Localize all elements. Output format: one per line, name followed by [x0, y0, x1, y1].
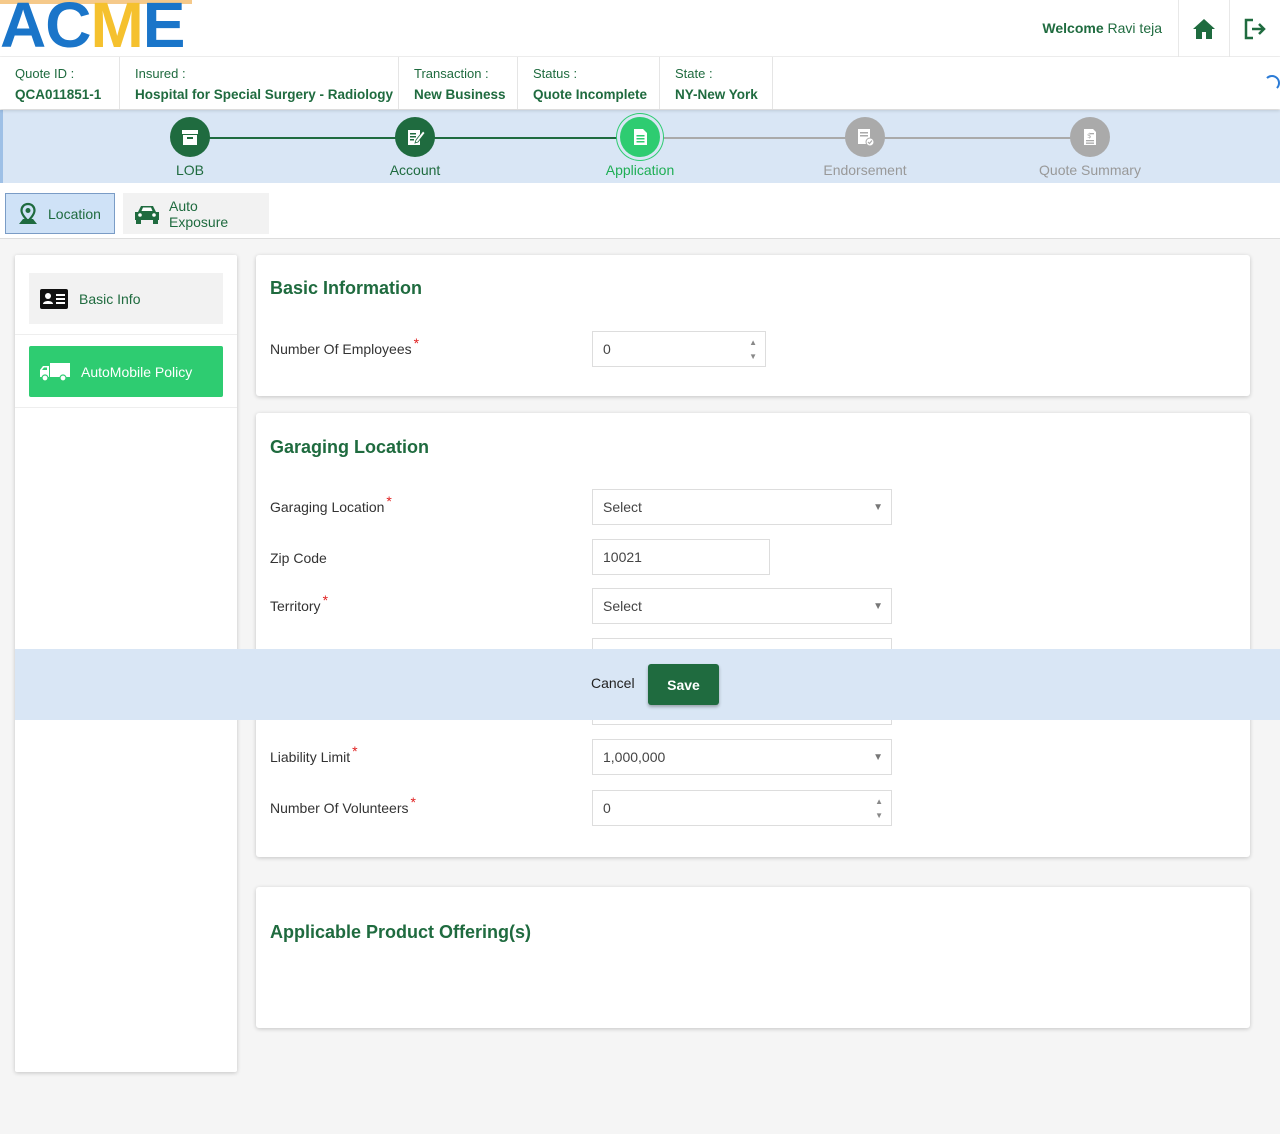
step-lob-label: LOB: [175, 162, 204, 178]
tab-auto-exposure[interactable]: Auto Exposure: [123, 193, 269, 234]
invoice-icon: $: [1070, 117, 1110, 157]
tab-location[interactable]: Location: [5, 193, 115, 234]
loading-spinner-icon: [1264, 75, 1280, 91]
dropdown-caret-icon: ▼: [873, 601, 883, 612]
status-value: Quote Incomplete: [533, 87, 648, 102]
required-marker: *: [386, 493, 392, 509]
cancel-button[interactable]: Cancel: [591, 675, 635, 691]
transaction-cell: Transaction : New Business: [399, 57, 518, 109]
home-icon: [1193, 18, 1215, 39]
step-endorsement[interactable]: Endorsement: [805, 117, 925, 178]
truck-icon: [39, 361, 71, 383]
garaging-location-title: Garaging Location: [270, 437, 430, 457]
insured-value: Hospital for Special Surgery - Radiology: [135, 87, 394, 102]
transaction-value: New Business: [414, 87, 506, 102]
transaction-label: Transaction :: [414, 66, 489, 81]
garaging-location-label: Garaging Location *: [270, 493, 392, 515]
dropdown-caret-icon: ▼: [873, 502, 883, 513]
home-button[interactable]: [1178, 0, 1229, 57]
id-card-icon: [39, 288, 69, 310]
step-lob[interactable]: LOB: [130, 117, 250, 178]
territory-label: Territory *: [270, 592, 329, 614]
state-label: State :: [675, 66, 713, 81]
nav-basic-info-label: Basic Info: [79, 290, 141, 307]
quote-id-value: QCA011851-1: [15, 87, 102, 102]
archive-icon: [170, 117, 210, 157]
num-employees-label: Number Of Employees *: [270, 335, 420, 357]
welcome-message: Welcome Ravi teja: [1042, 20, 1162, 36]
nav-automobile-policy[interactable]: AutoMobile Policy: [29, 346, 223, 397]
number-stepper[interactable]: ▲ ▼: [749, 336, 757, 364]
top-bar: ACME Welcome Ravi teja: [0, 0, 1280, 57]
territory-select[interactable]: Select ▼: [592, 588, 892, 624]
save-button[interactable]: Save: [648, 664, 719, 705]
required-marker: *: [352, 743, 358, 759]
num-employees-input[interactable]: 0 ▲ ▼: [592, 331, 766, 367]
acme-logo[interactable]: ACME: [0, 0, 185, 57]
tab-auto-exposure-label: Auto Exposure: [169, 197, 229, 230]
logout-button[interactable]: [1229, 0, 1280, 57]
document-icon: [620, 117, 660, 157]
insured-cell: Insured : Hospital for Special Surgery -…: [120, 57, 399, 109]
liability-limit-select[interactable]: 1,000,000 ▼: [592, 739, 892, 775]
garaging-location-card: Garaging Location Garaging Location * Sel…: [256, 413, 1250, 857]
progress-stepper: LOB Account Application Endorsement $ Qu…: [0, 110, 1280, 183]
status-label: Status :: [533, 66, 578, 81]
liability-limit-label: Liability Limit *: [270, 743, 358, 765]
step-application-label: Application: [605, 162, 675, 178]
quote-id-label: Quote ID :: [15, 66, 75, 81]
required-marker: *: [322, 592, 329, 608]
basic-information-title: Basic Information: [270, 278, 423, 298]
step-application[interactable]: Application: [580, 117, 700, 178]
step-account[interactable]: Account: [355, 117, 475, 178]
step-account-label: Account: [389, 162, 441, 178]
dropdown-caret-icon: ▼: [873, 752, 883, 763]
required-marker: *: [413, 335, 420, 351]
zip-code-input[interactable]: 10021: [592, 539, 770, 575]
location-pin-icon: [16, 202, 40, 226]
state-cell: State : NY-New York: [660, 57, 773, 109]
logout-icon: [1244, 18, 1266, 39]
garaging-location-select[interactable]: Select ▼: [592, 489, 892, 525]
welcome-prefix: Welcome: [1042, 20, 1104, 36]
product-offerings-card: Applicable Product Offering(s): [256, 887, 1250, 1028]
num-volunteers-label: Number Of Volunteers *: [270, 794, 416, 816]
state-value: NY-New York: [675, 87, 758, 102]
status-cell: Status : Quote Incomplete: [518, 57, 660, 109]
tab-location-label: Location: [48, 205, 101, 222]
step-endorsement-label: Endorsement: [823, 162, 907, 178]
num-volunteers-input[interactable]: 0 ▲ ▼: [592, 790, 892, 826]
nav-automobile-policy-label: AutoMobile Policy: [81, 363, 193, 380]
edit-document-icon: [395, 117, 435, 157]
quote-id-cell: Quote ID : QCA011851-1: [0, 57, 120, 109]
quote-info-strip: Quote ID : QCA011851-1 Insured : Hospita…: [0, 57, 1280, 109]
nav-basic-info[interactable]: Basic Info: [29, 273, 223, 324]
product-offerings-title: Applicable Product Offering(s): [270, 922, 532, 942]
sub-tabs: Location Auto Exposure: [0, 183, 1280, 239]
required-marker: *: [410, 794, 416, 810]
step-quote-summary[interactable]: $ Quote Summary: [1030, 117, 1150, 178]
zip-code-label: Zip Code: [270, 550, 327, 566]
number-stepper[interactable]: ▲ ▼: [875, 795, 883, 823]
step-quote-summary-label: Quote Summary: [1039, 162, 1141, 178]
save-bar: Cancel Save: [15, 649, 1280, 720]
car-icon: [133, 203, 161, 225]
insured-label: Insured :: [135, 66, 186, 81]
certificate-icon: [845, 117, 885, 157]
user-name: Ravi teja: [1107, 20, 1162, 36]
basic-information-card: Basic Information Number Of Employees * 0…: [256, 255, 1250, 396]
